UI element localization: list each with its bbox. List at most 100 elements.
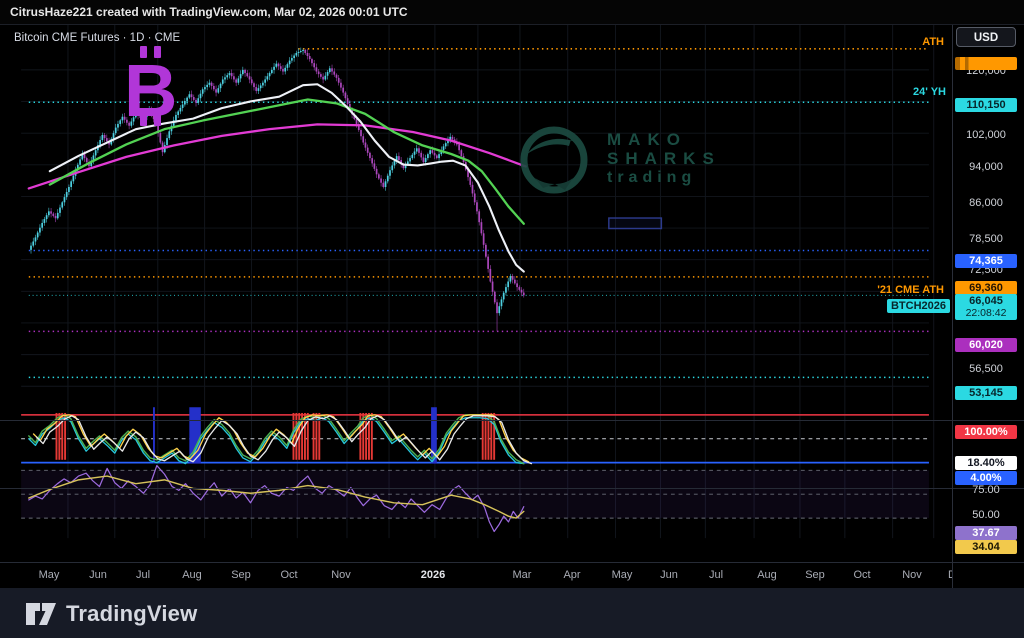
candle-body [166, 138, 168, 145]
price-label[interactable]: 60,020 [955, 338, 1017, 352]
candle-body [324, 76, 326, 80]
candle-body [206, 85, 208, 87]
candle-body [244, 70, 246, 73]
ath-price-label-clipped[interactable] [955, 57, 1017, 70]
time-axis-label: Aug [757, 569, 777, 581]
time-axis-label: Jun [660, 569, 678, 581]
candle-body [436, 155, 438, 158]
candle-body [204, 87, 206, 89]
candle-body [59, 208, 61, 213]
ticker-label[interactable]: BTCH2026 [887, 299, 950, 313]
candle-body [327, 72, 329, 76]
time-axis-label: Jul [136, 569, 150, 581]
candle-body [458, 144, 460, 150]
time-axis-label: Aug [182, 569, 202, 581]
indicator-label: 4.00% [955, 471, 1017, 485]
candle-body [284, 68, 286, 72]
candle-body [291, 58, 293, 61]
drawn-rectangle[interactable] [609, 218, 662, 229]
time-axis[interactable]: MayJunJulAugSepOctNov2026MarAprMayJunJul… [0, 563, 952, 588]
price-label[interactable]: 110,150 [955, 98, 1017, 112]
axis-separator [0, 562, 1024, 563]
candle-body [61, 202, 63, 207]
candle-body [48, 211, 50, 215]
tradingview-brand-text: TradingView [66, 601, 197, 627]
indicator-label: 18.40% [955, 456, 1017, 470]
candle-body [64, 197, 66, 202]
candle-body [423, 157, 425, 162]
candle-body [409, 158, 411, 161]
price-label[interactable]: 53,145 [955, 386, 1017, 400]
candle-body [231, 73, 233, 76]
candle-body [70, 181, 72, 187]
candle-body [507, 282, 509, 288]
candle-body [481, 222, 483, 233]
candle-body [385, 181, 387, 187]
candle-body [46, 215, 48, 219]
candle-body [282, 69, 284, 72]
time-axis-label: Jun [89, 569, 107, 581]
candle-body [374, 163, 376, 168]
candle-body [398, 156, 400, 160]
symbol-title[interactable]: Bitcoin CME Futures · 1D · CME [14, 32, 180, 44]
time-axis-label: Oct [280, 569, 297, 581]
candle-body [289, 61, 291, 65]
candle-body [521, 290, 523, 293]
candle-body [242, 70, 244, 74]
candle-body [258, 88, 260, 91]
candle-body [309, 56, 311, 59]
tradingview-logo[interactable]: TradingView [26, 601, 197, 627]
candle-body [293, 56, 295, 59]
candle-body [44, 219, 46, 223]
time-axis-label: Sep [231, 569, 251, 581]
candle-body [514, 280, 516, 284]
candle-body [501, 299, 503, 306]
candle-body [213, 86, 215, 89]
ath-annotation: ATH [922, 36, 944, 48]
price-label[interactable]: 69,360 [955, 281, 1017, 295]
candle-body [472, 185, 474, 194]
candle-body [478, 211, 480, 222]
svg-text:B: B [124, 49, 177, 128]
candle-body [382, 183, 384, 187]
candle-body [494, 292, 496, 303]
candle-body [298, 52, 300, 53]
candle-body [338, 78, 340, 83]
price-label[interactable]: 66,04522:08:42 [955, 294, 1017, 320]
candle-body [418, 148, 420, 153]
candle-body [318, 71, 320, 74]
time-axis-label: Apr [563, 569, 580, 581]
candle-body [376, 169, 378, 174]
candle-body [86, 158, 88, 162]
candle-body [226, 75, 228, 77]
candle-body [362, 136, 364, 142]
candle-body [516, 283, 518, 287]
candle-body [394, 161, 396, 166]
candle-body [215, 89, 217, 92]
candle-body [35, 237, 37, 241]
indicator-tick: 50.00 [953, 509, 1019, 521]
candle-body [313, 63, 315, 67]
candle-body [102, 135, 104, 140]
candle-body [84, 154, 86, 158]
candle-body [307, 53, 309, 56]
watermark-line1: MAKO [607, 130, 721, 149]
candle-body [427, 154, 429, 158]
candle-body [367, 148, 369, 153]
candle-body [485, 245, 487, 257]
currency-toggle-button[interactable]: USD [956, 27, 1016, 47]
candle-body [66, 192, 68, 197]
pane-separator[interactable] [0, 420, 1024, 421]
indicator-label: 37.67 [955, 526, 1017, 540]
candle-body [489, 269, 491, 282]
price-scale[interactable]: 120,000102,00094,00086,00078,50072,50056… [953, 25, 1024, 563]
candle-body [55, 216, 57, 218]
candle-body [378, 174, 380, 178]
candle-body [275, 64, 277, 67]
candle-body [159, 133, 161, 142]
pane-separator[interactable] [0, 488, 1024, 489]
candle-body [217, 88, 219, 92]
price-label[interactable]: 74,365 [955, 254, 1017, 268]
candle-body [505, 287, 507, 293]
candle-body [369, 153, 371, 158]
